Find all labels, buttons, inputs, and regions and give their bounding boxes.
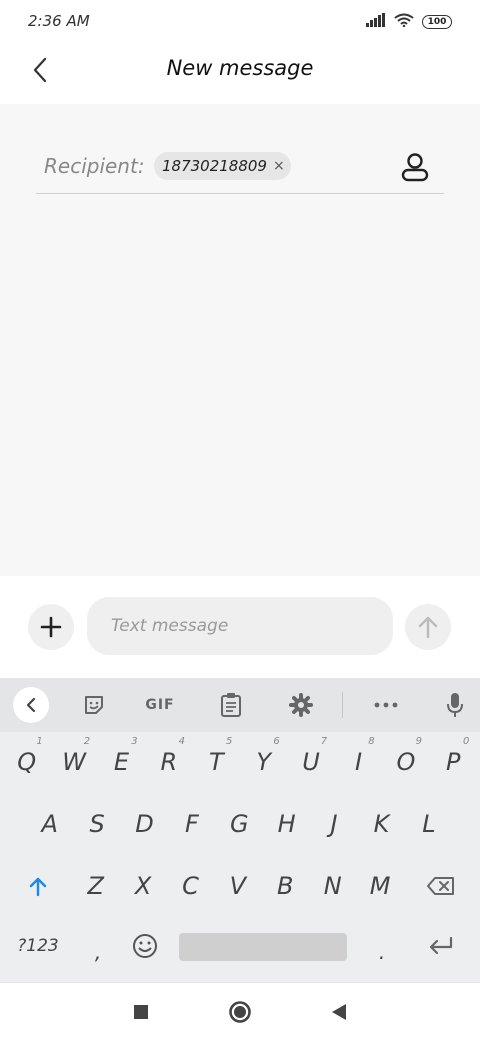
voice-input-button[interactable]: [437, 688, 473, 722]
keyboard: GIF Q 1 W 2 E 3 R 4 T 5 Y 6 U 7 I 8 O 9 …: [0, 678, 480, 982]
gif-button[interactable]: GIF: [142, 688, 178, 722]
message-content-area[interactable]: Recipient: 18730218809 ×: [0, 104, 480, 576]
arrow-up-icon: [418, 616, 438, 639]
comma-key[interactable]: ,: [78, 924, 118, 980]
recipient-chip-text: 18730218809: [162, 157, 267, 175]
plus-icon: [40, 616, 62, 638]
key-g[interactable]: G: [216, 796, 263, 852]
home-button[interactable]: [227, 999, 253, 1025]
key-v[interactable]: V: [214, 858, 261, 914]
status-bar: 2:36 AM 100: [0, 0, 480, 42]
toolbar-divider: [342, 692, 343, 718]
signal-icon: [366, 12, 386, 31]
more-icon: [374, 702, 398, 708]
symbols-key[interactable]: ?123: [10, 918, 66, 974]
backspace-icon: [427, 877, 454, 895]
recents-button[interactable]: [128, 999, 154, 1025]
status-icons: 100: [366, 12, 452, 31]
key-d[interactable]: D: [121, 796, 168, 852]
key-c[interactable]: C: [167, 858, 214, 914]
key-z[interactable]: Z: [72, 858, 119, 914]
keyboard-toolbar: GIF: [0, 678, 480, 732]
navigation-bar: [0, 982, 480, 1040]
recipient-row: Recipient: 18730218809 ×: [36, 144, 444, 194]
home-icon: [229, 1001, 251, 1023]
enter-icon: [429, 936, 453, 955]
shift-key[interactable]: [14, 858, 62, 914]
battery-icon: 100: [422, 14, 452, 29]
clipboard-button[interactable]: [213, 688, 249, 722]
attach-button[interactable]: [28, 604, 74, 650]
key-l[interactable]: L: [405, 796, 452, 852]
shift-icon: [29, 877, 47, 897]
back-icon: [332, 1004, 346, 1020]
emoji-icon: [133, 934, 157, 958]
contact-icon: [401, 153, 429, 182]
enter-key[interactable]: [416, 918, 466, 974]
key-s[interactable]: S: [73, 796, 120, 852]
key-b[interactable]: B: [262, 858, 309, 914]
chevron-left-icon: [26, 697, 36, 713]
gear-icon: [289, 693, 313, 717]
remove-recipient-icon[interactable]: ×: [273, 158, 285, 174]
app-header: New message: [0, 42, 480, 104]
period-key[interactable]: .: [362, 924, 402, 980]
key-a[interactable]: A: [26, 796, 73, 852]
mic-icon: [447, 693, 463, 717]
collapse-toolbar-button[interactable]: [13, 687, 49, 723]
key-k[interactable]: K: [358, 796, 405, 852]
recents-icon: [134, 1005, 148, 1019]
key-m[interactable]: M: [356, 858, 403, 914]
key-f[interactable]: F: [168, 796, 215, 852]
key-j[interactable]: J: [310, 796, 357, 852]
wifi-icon: [394, 12, 414, 31]
page-title: New message: [166, 56, 314, 80]
recipient-chip[interactable]: 18730218809 ×: [154, 152, 291, 180]
sticker-button[interactable]: [76, 688, 112, 722]
clipboard-icon: [221, 693, 241, 717]
key-hint: 0: [463, 736, 470, 747]
emoji-key[interactable]: [124, 918, 166, 974]
settings-button[interactable]: [283, 688, 319, 722]
key-n[interactable]: N: [309, 858, 356, 914]
recipient-label: Recipient:: [44, 154, 145, 178]
message-input[interactable]: [87, 597, 393, 655]
nav-back-button[interactable]: [326, 999, 352, 1025]
send-button[interactable]: [405, 604, 451, 650]
select-contact-button[interactable]: [398, 150, 432, 184]
space-key[interactable]: [179, 933, 347, 961]
more-button[interactable]: [368, 688, 404, 722]
key-h[interactable]: H: [263, 796, 310, 852]
sticker-icon: [85, 696, 103, 714]
status-time: 2:36 AM: [28, 12, 90, 30]
key-x[interactable]: X: [119, 858, 166, 914]
backspace-key[interactable]: [416, 858, 466, 914]
compose-bar: [0, 576, 480, 678]
